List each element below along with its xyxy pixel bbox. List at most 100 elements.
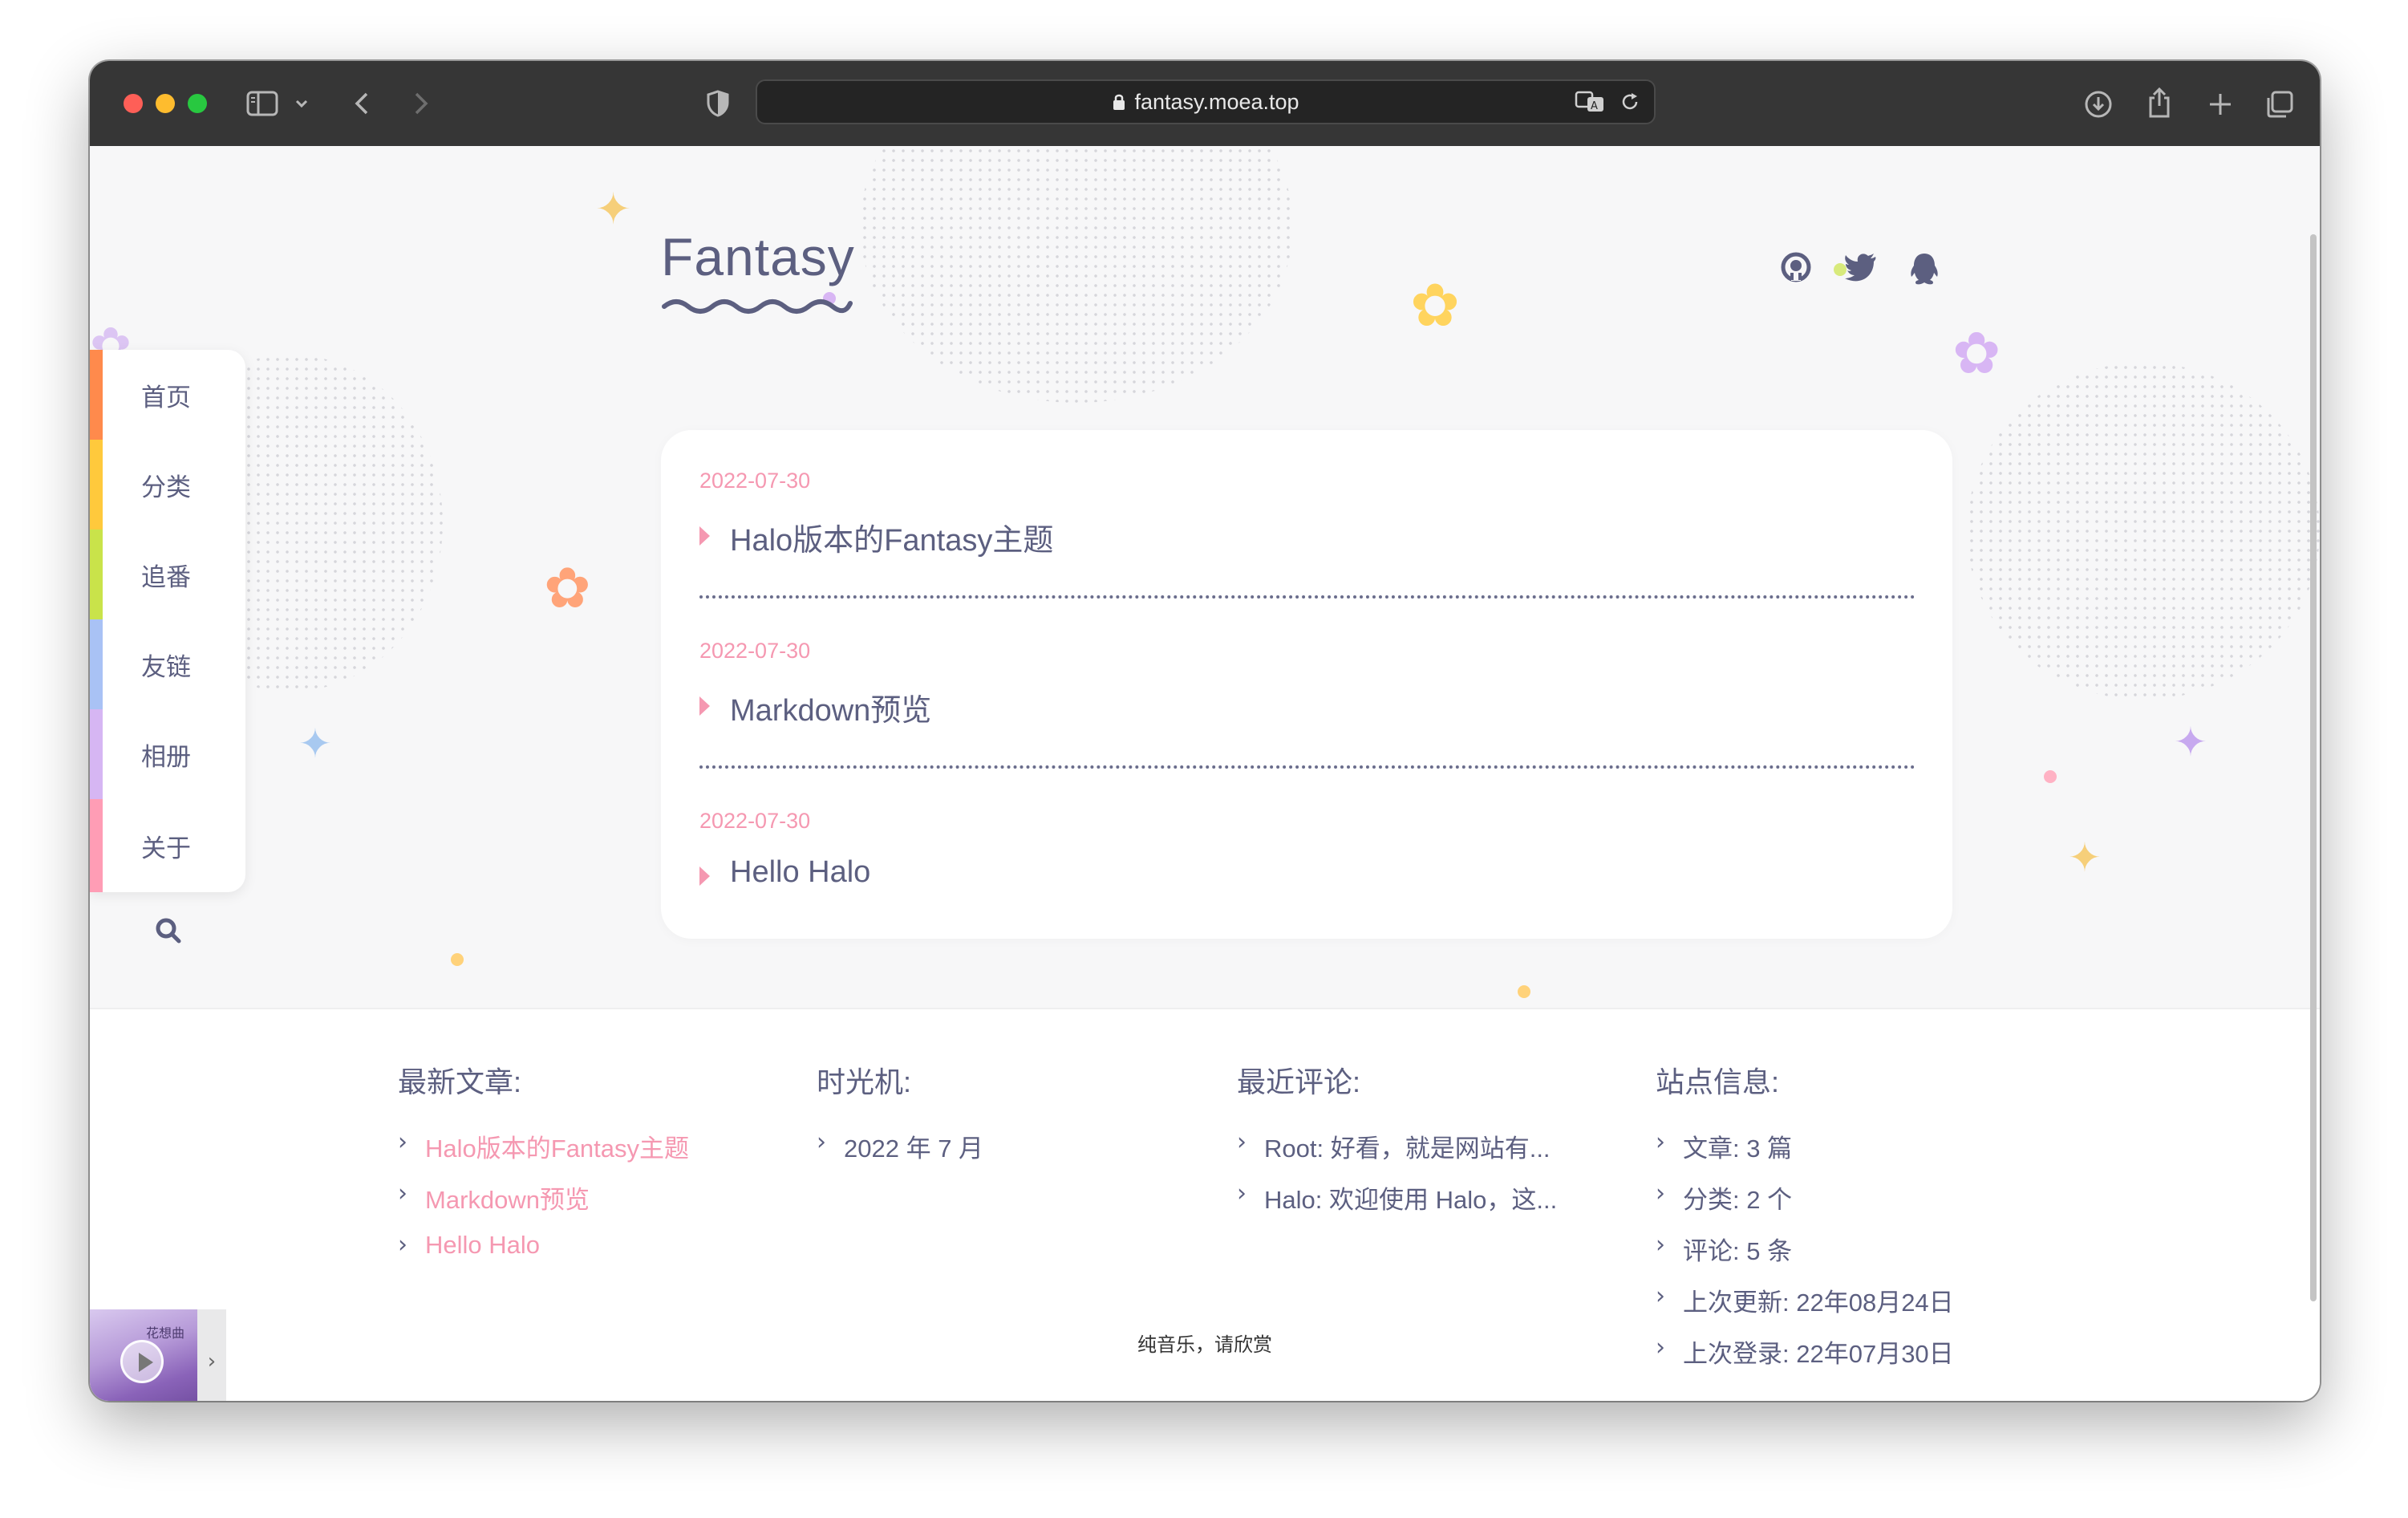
forward-icon[interactable] [409,88,433,119]
flower-icon: ✿ [1952,319,2001,387]
footer-link-label: Markdown预览 [425,1186,590,1214]
chevron-right-icon: › [398,1179,407,1208]
post-item[interactable]: 2022-07-30 Halo版本的Fantasy主题 [699,469,1915,559]
nav-item-anime[interactable]: 追番 [90,530,245,619]
decorative-dot [1518,985,1530,998]
github-icon[interactable] [1779,250,1816,287]
footer-recent-comments: 最近评论: › Root: 好看，就是网站有... › Halo: 欢迎使用 Hal… [1237,1059,1557,1231]
footer-link[interactable]: › Halo: 欢迎使用 Halo，这... [1237,1179,1557,1231]
footer-archive: 时光机: › 2022 年 7 月 [817,1059,983,1179]
post-separator [699,595,1915,599]
footer-link[interactable]: › 2022 年 7 月 [817,1128,983,1179]
share-icon[interactable] [2143,85,2175,120]
svg-text:A: A [1591,100,1598,112]
chevron-right-icon: › [1656,1128,1665,1156]
footer-heading: 时光机: [817,1065,912,1098]
music-caption: 纯音乐，请欣赏 [1137,1334,1272,1356]
chevron-right-icon: › [398,1231,407,1259]
chevron-down-icon[interactable] [292,91,311,116]
footer-link-label: Halo版本的Fantasy主题 [425,1134,690,1163]
footer-link[interactable]: › Halo版本的Fantasy主题 [398,1128,689,1179]
sparkle-icon: ✦ [298,720,332,767]
decorative-dot [2044,770,2057,783]
footer-info-item: › 上次更新: 22年08月24日 [1656,1282,1954,1333]
nav-item-label: 追番 [141,562,191,591]
sparkle-icon: ✦ [2068,834,2102,881]
privacy-shield-icon[interactable] [704,88,732,119]
browser-toolbar: fantasy.moea.top A [90,61,2320,146]
search-icon[interactable] [154,916,183,945]
nav-item-label: 友链 [141,652,191,681]
maximize-window-button[interactable] [188,94,207,113]
flower-icon: ✿ [544,555,591,621]
triangle-icon [699,526,710,546]
footer-link[interactable]: › Root: 好看，就是网站有... [1237,1128,1557,1179]
side-nav: 首页 分类 追番 友链 相册 关于 [90,350,245,892]
new-tab-icon[interactable] [2204,88,2236,120]
lock-icon [1113,94,1125,110]
footer-link[interactable]: › Markdown预览 [398,1179,689,1231]
web-page: ✿ ✿ ✿ ✿ ✦ ✦ ✦ ✦ Fantasy 首页 分类 追番 友链 相册 关… [90,146,2320,1401]
url-text: fantasy.moea.top [1134,89,1299,114]
twitter-icon[interactable] [1843,250,1880,287]
post-title-link[interactable]: Markdown预览 [699,685,1915,729]
chevron-right-icon: › [1656,1282,1665,1310]
nav-item-label: 分类 [141,473,191,501]
chevron-right-icon: › [1237,1179,1247,1208]
page-header-area: ✿ ✿ ✿ ✿ ✦ ✦ ✦ ✦ Fantasy 首页 分类 追番 友链 相册 关… [90,146,2320,1008]
footer-link-label: Hello Halo [425,1231,541,1259]
chevron-right-icon: › [1237,1128,1247,1156]
post-date: 2022-07-30 [699,639,811,663]
tab-overview-icon[interactable] [2264,88,2296,120]
reload-icon[interactable] [1617,89,1643,115]
footer-info-label: 文章: 3 篇 [1683,1134,1793,1163]
nav-item-label: 关于 [141,834,191,862]
footer-info-item: › 文章: 3 篇 [1656,1128,1954,1179]
footer-heading: 站点信息: [1656,1065,1780,1098]
decorative-dots [1967,363,2320,700]
footer-info-item: › 分类: 2 个 [1656,1179,1954,1231]
footer-link-label: Root: 好看，就是网站有... [1264,1134,1551,1163]
qq-icon[interactable] [1906,250,1943,287]
minimize-window-button[interactable] [156,94,175,113]
post-title-link[interactable]: Halo版本的Fantasy主题 [699,515,1915,559]
chevron-right-icon: › [817,1128,826,1156]
nav-color-bar [90,440,103,530]
post-title: Hello Halo [730,855,871,889]
post-title: Halo版本的Fantasy主题 [730,524,1054,558]
translate-icon[interactable]: A [1574,89,1606,115]
downloads-icon[interactable] [2082,88,2114,120]
post-separator [699,765,1915,769]
nav-item-categories[interactable]: 分类 [90,440,245,530]
triangle-icon [699,867,710,886]
nav-item-label: 首页 [141,383,191,412]
address-bar[interactable]: fantasy.moea.top A [756,79,1656,124]
page-scrollbar[interactable] [2310,234,2317,1301]
footer-heading: 最新文章: [398,1065,522,1098]
footer-latest-posts: 最新文章: › Halo版本的Fantasy主题 › Markdown预览 › Hel… [398,1059,689,1282]
back-icon[interactable] [350,88,374,119]
close-window-button[interactable] [124,94,143,113]
post-date: 2022-07-30 [699,809,811,833]
nav-item-home[interactable]: 首页 [90,350,245,440]
nav-item-about[interactable]: 关于 [90,799,245,892]
nav-item-links[interactable]: 友链 [90,619,245,709]
title-wave-underline [662,299,853,314]
nav-color-bar [90,799,103,892]
nav-color-bar [90,530,103,619]
post-item[interactable]: 2022-07-30 Hello Halo [699,809,1915,890]
post-list-card: 2022-07-30 Halo版本的Fantasy主题 2022-07-30 M… [661,430,1952,939]
post-title-link[interactable]: Hello Halo [699,855,1915,890]
nav-item-label: 相册 [141,742,191,771]
nav-item-album[interactable]: 相册 [90,709,245,799]
sidebar-toggle-icon[interactable] [244,87,281,120]
footer-link[interactable]: › Hello Halo [398,1231,689,1282]
post-item[interactable]: 2022-07-30 Markdown预览 [699,639,1915,729]
nav-color-bar [90,619,103,709]
footer-info-label: 分类: 2 个 [1683,1186,1793,1214]
site-title[interactable]: Fantasy [661,226,855,287]
chevron-right-icon: › [1656,1179,1665,1208]
decorative-dots [860,146,1293,403]
browser-window: fantasy.moea.top A ✿ ✿ ✿ ✿ ✦ ✦ ✦ ✦ Fanta… [90,61,2320,1401]
post-date: 2022-07-30 [699,469,811,493]
